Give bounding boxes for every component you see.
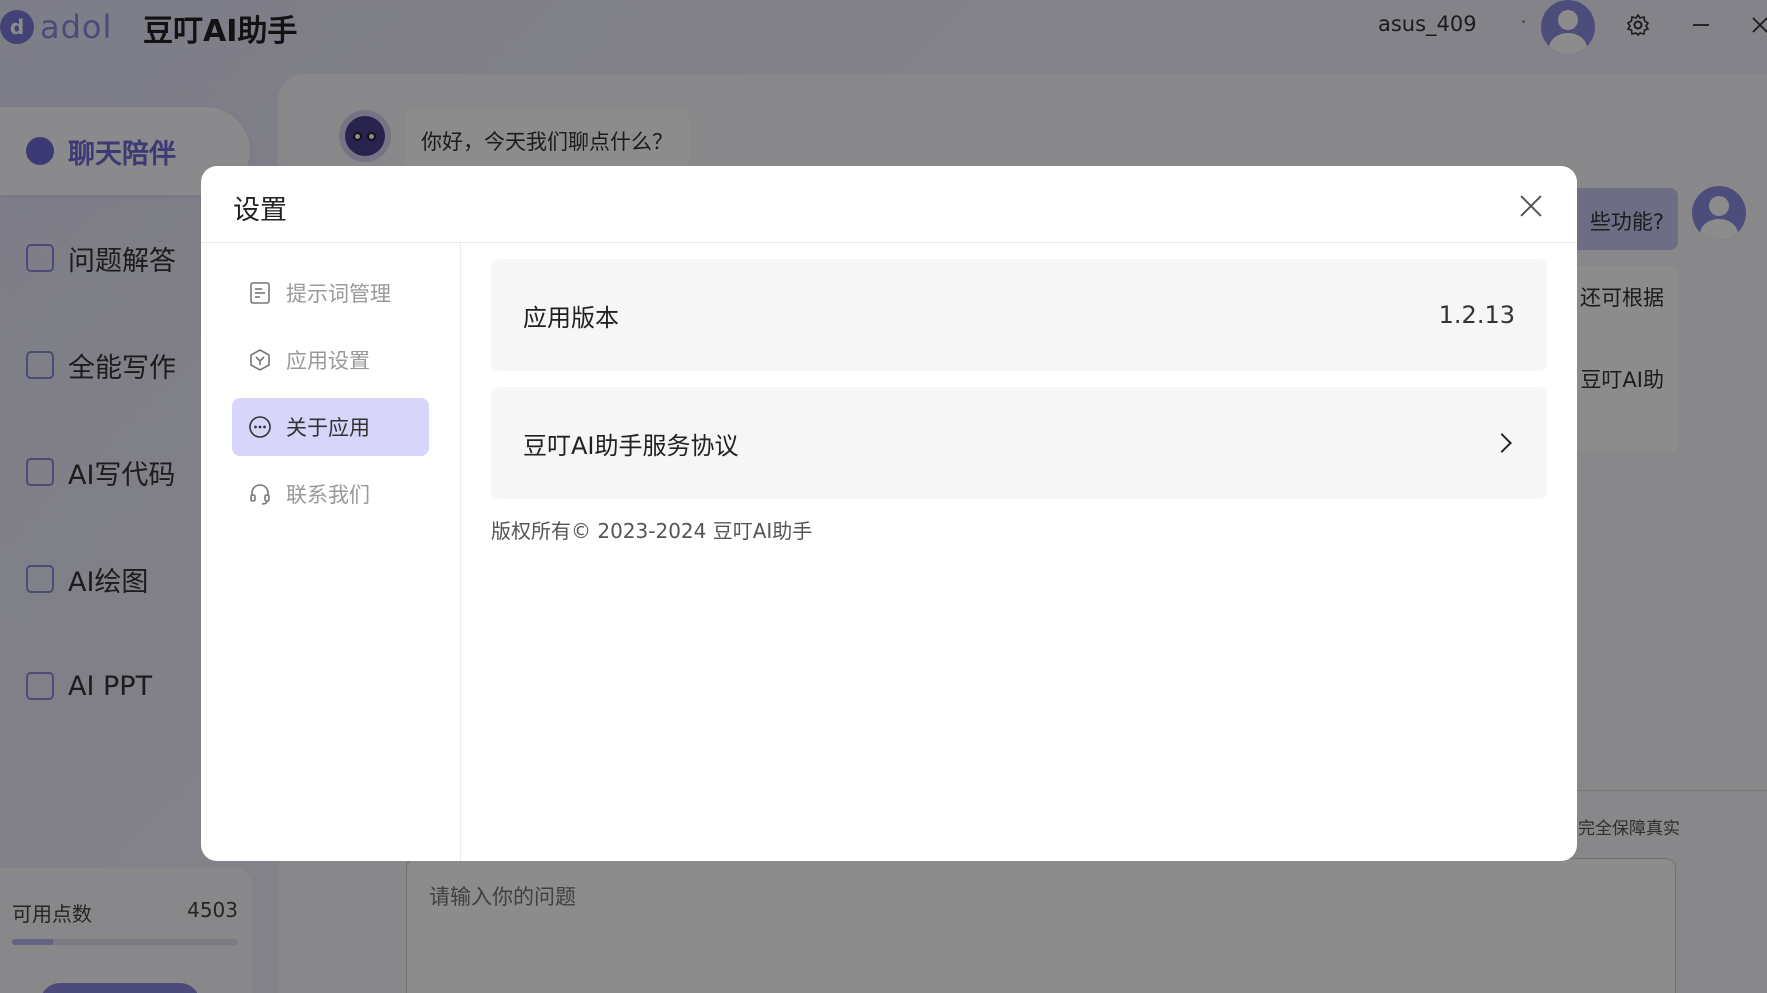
hexagon-settings-icon	[248, 348, 272, 372]
settings-menu-label: 应用设置	[286, 349, 370, 373]
settings-menu-prompts[interactable]: 提示词管理	[232, 264, 429, 322]
settings-menu-label: 关于应用	[286, 416, 370, 440]
headset-icon	[248, 482, 272, 506]
agreement-label: 豆叮AI助手服务协议	[523, 431, 739, 460]
settings-menu: 提示词管理 应用设置 关于应用 联系我们	[201, 243, 461, 861]
version-label: 应用版本	[523, 303, 619, 332]
document-list-icon	[248, 281, 272, 305]
settings-menu-label: 联系我们	[286, 483, 370, 507]
settings-menu-label: 提示词管理	[286, 282, 391, 306]
settings-menu-contact[interactable]: 联系我们	[232, 465, 429, 523]
more-circle-icon	[248, 415, 272, 439]
chevron-right-icon	[1492, 433, 1512, 453]
dialog-header: 设置	[201, 166, 1577, 243]
settings-menu-about[interactable]: 关于应用	[232, 398, 429, 456]
settings-menu-app-settings[interactable]: 应用设置	[232, 331, 429, 389]
about-panel: 应用版本 1.2.13 豆叮AI助手服务协议 版权所有© 2023-2024 豆…	[491, 259, 1547, 544]
version-card: 应用版本 1.2.13	[491, 259, 1547, 371]
settings-dialog: 设置 提示词管理 应用设置 关于应用 联系我们 应用版本 1.2.13 豆叮AI…	[201, 166, 1577, 861]
copyright-text: 版权所有© 2023-2024 豆叮AI助手	[491, 519, 813, 543]
dialog-title: 设置	[233, 195, 287, 226]
service-agreement-link[interactable]: 豆叮AI助手服务协议	[491, 387, 1547, 499]
dialog-close-icon[interactable]	[1519, 194, 1543, 218]
version-value: 1.2.13	[1438, 301, 1515, 329]
